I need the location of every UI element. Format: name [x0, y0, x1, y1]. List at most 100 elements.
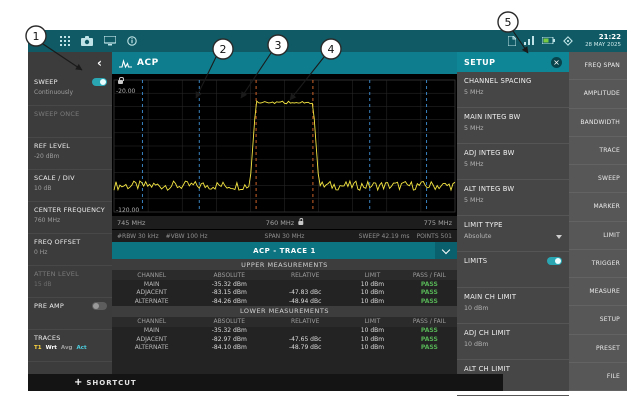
setup-item-main-integ-bw[interactable]: MAIN INTEG BW 5 MHz: [457, 108, 569, 144]
setup-item-value: 5 MHz: [464, 125, 483, 132]
sidebar-item-value: 0 Hz: [34, 249, 107, 256]
sidebar-item-label: FREQ OFFSET: [34, 238, 80, 246]
waveform-icon: [119, 54, 132, 73]
setup-item-alt-integ-bw[interactable]: ALT INTEG BW5 MHz: [457, 180, 569, 216]
file-icon[interactable]: [508, 36, 516, 46]
gps-icon[interactable]: [563, 36, 573, 46]
toggle-sweep[interactable]: [92, 78, 107, 86]
column-header: CHANNEL: [112, 272, 191, 279]
points-label: POINTS 501: [417, 233, 452, 240]
camera-icon[interactable]: [81, 36, 93, 46]
freq-lock-icon: [298, 221, 303, 225]
sidebar-item-label: CENTER FREQUENCY: [34, 206, 105, 214]
sidebar-item-center-frequency[interactable]: CENTER FREQUENCY 760 MHz: [28, 202, 112, 234]
setup-item-value: Absolute: [464, 233, 492, 240]
menu-item-setup[interactable]: SETUP: [569, 306, 627, 334]
menu-item-freq-span[interactable]: FREQ SPAN: [569, 52, 627, 80]
setup-item-value: 5 MHz: [464, 197, 483, 204]
info-icon[interactable]: [127, 36, 137, 46]
menu-item-trace[interactable]: TRACE: [569, 137, 627, 165]
menu-item-limit[interactable]: LIMIT: [569, 222, 627, 250]
trace-tag-avg: Avg: [61, 345, 73, 351]
column-header: RELATIVE: [267, 272, 343, 279]
shortcut-bar[interactable]: + SHORTCUT: [28, 374, 503, 391]
lock-icon: [118, 80, 123, 84]
measurement-title-bar: ACP: [112, 52, 457, 74]
main-area: ACP -20.00 -120.00 745 MHz 760 MHz 775 M…: [112, 52, 457, 391]
sidebar-item-value: 760 MHz: [34, 217, 107, 224]
trace-selector-bar[interactable]: ACP - TRACE 1: [112, 242, 457, 259]
sidebar-collapse-icon[interactable]: ‹: [97, 57, 102, 69]
setup-item-main-ch-limit[interactable]: MAIN CH LIMIT 10 dBm: [457, 288, 569, 324]
sidebar-item-sweep[interactable]: SWEEPContinuously: [28, 74, 112, 106]
menu-grid-icon[interactable]: [60, 36, 70, 46]
trace-status-row: T1WrtAvgAct: [34, 345, 107, 351]
setup-item-limit-type[interactable]: LIMIT TYPEAbsolute: [457, 216, 569, 252]
table-row: ALTERNATE-84.10 dBm-48.79 dBc10 dBmPASS: [112, 344, 457, 353]
sidebar-item-ref-level[interactable]: REF LEVEL-20 dBm: [28, 138, 112, 170]
ref-level-label: -20.00: [116, 88, 135, 95]
setup-items: CHANNEL SPACING5 MHzMAIN INTEG BW5 MHzAD…: [457, 72, 569, 396]
menu-item-file[interactable]: FILE: [569, 363, 627, 391]
menu-item-marker[interactable]: MARKER: [569, 193, 627, 221]
start-freq-label: 745 MHz: [117, 219, 145, 227]
setup-item-adj-integ-bw[interactable]: ADJ INTEG BW5 MHz: [457, 144, 569, 180]
battery-icon[interactable]: [542, 37, 555, 44]
callout-number-5: 5: [505, 16, 512, 29]
trace-tag-act: Act: [77, 345, 87, 351]
trace-tag-t1: T1: [34, 345, 42, 351]
sidebar-item-value: 10 dB: [34, 185, 107, 192]
setup-item-channel-spacing[interactable]: CHANNEL SPACING5 MHz: [457, 72, 569, 108]
menu-item-bandwidth[interactable]: BANDWIDTH: [569, 109, 627, 137]
sidebar-item-label: SWEEP ONCE: [34, 110, 79, 118]
table-row: ALTERNATE-84.26 dBm-48.94 dBc10 dBmPASS: [112, 297, 457, 306]
dropdown-caret-icon: [556, 235, 562, 239]
setup-item-value: 10 dBm: [464, 305, 488, 312]
sweep-time-label: SWEEP 42.19 ms: [359, 233, 410, 240]
display-icon[interactable]: [104, 36, 116, 46]
trace-dropdown-button[interactable]: [435, 242, 457, 259]
column-header: RELATIVE: [267, 318, 343, 325]
figure-page: 21:22 28 MAY 2025 ‹ SWEEPContinuouslySWE…: [0, 0, 631, 406]
sidebar-item-label: PRE AMP: [34, 302, 64, 310]
sidebar-item-label: TRACES: [34, 334, 61, 342]
setup-item-label: MAIN INTEG BW: [464, 113, 520, 121]
setup-panel-header: SETUP ×: [457, 52, 569, 72]
setup-item-value: 5 MHz: [464, 161, 483, 168]
sidebar-item-traces[interactable]: TRACEST1WrtAvgAct: [28, 330, 112, 362]
sidebar-item-sweep-once[interactable]: SWEEP ONCE: [28, 106, 112, 138]
sidebar-item-freq-offset[interactable]: FREQ OFFSET 0 Hz: [28, 234, 112, 266]
sidebar-item-atten-level[interactable]: ATTEN LEVEL15 dB: [28, 266, 112, 298]
sidebar-item-scale-div[interactable]: SCALE / DIV10 dB: [28, 170, 112, 202]
signal-icon[interactable]: [524, 36, 534, 45]
sidebar-item-value: Continuously: [34, 89, 107, 96]
bottom-level-label: -120.00: [116, 207, 139, 214]
sidebar-item-label: REF LEVEL: [34, 142, 70, 150]
table-header-row: CHANNELABSOLUTERELATIVELIMITPASS / FAIL: [112, 270, 457, 280]
menu-item-preset[interactable]: PRESET: [569, 335, 627, 363]
table-row: ADJACENT-83.15 dBm-47.83 dBc10 dBmPASS: [112, 289, 457, 298]
sidebar-item-pre-amp[interactable]: PRE AMP: [28, 298, 112, 330]
setup-item-adj-ch-limit[interactable]: ADJ CH LIMIT10 dBm: [457, 324, 569, 360]
setup-panel: SETUP × CHANNEL SPACING5 MHzMAIN INTEG B…: [457, 52, 569, 391]
menu-item-trigger[interactable]: TRIGGER: [569, 250, 627, 278]
setup-item-label: MAIN CH LIMIT: [464, 293, 516, 301]
menu-item-amplitude[interactable]: AMPLITUDE: [569, 80, 627, 108]
measurement-tables: UPPER MEASUREMENTSCHANNELABSOLUTERELATIV…: [112, 259, 457, 391]
spectrum-plot: [112, 74, 457, 216]
column-header: LIMIT: [343, 318, 402, 325]
menu-item-measure[interactable]: MEASURE: [569, 278, 627, 306]
toggle-limits[interactable]: [547, 257, 562, 265]
toggle-pre-amp[interactable]: [92, 302, 107, 310]
trace-selector-label: ACP - TRACE 1: [112, 247, 457, 255]
column-header: PASS / FAIL: [402, 272, 457, 279]
setup-item-limits[interactable]: LIMITS: [457, 252, 569, 288]
spectrum-chart[interactable]: -20.00 -120.00: [112, 74, 457, 216]
clock: 21:22 28 MAY 2025: [585, 34, 621, 48]
sweep-info-row: #RBW 30 kHz #VBW 100 Hz SPAN 30 MHz SWEE…: [112, 229, 457, 242]
setup-item-value: 10 dBm: [464, 341, 488, 348]
menu-item-sweep[interactable]: SWEEP: [569, 165, 627, 193]
span-label: SPAN 30 MHz: [265, 233, 305, 240]
sidebar-item-label: ATTEN LEVEL: [34, 270, 79, 278]
close-icon[interactable]: ×: [551, 57, 562, 68]
